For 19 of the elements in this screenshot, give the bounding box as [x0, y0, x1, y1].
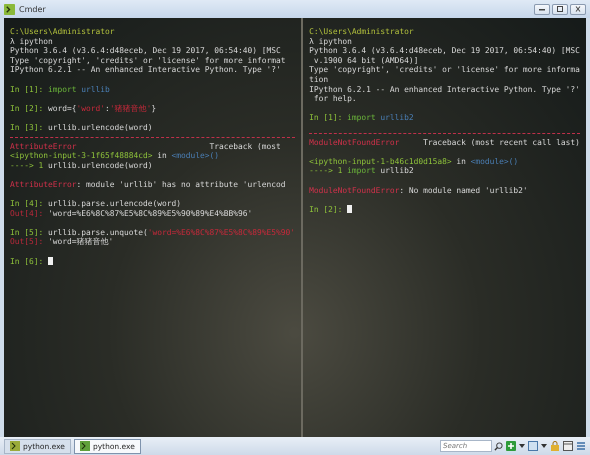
maximize-button[interactable]: [552, 4, 568, 14]
text-cursor: [347, 204, 352, 213]
close-icon: [573, 6, 583, 12]
minimize-button[interactable]: [534, 4, 550, 14]
minimize-icon: [537, 6, 547, 12]
menu-icon[interactable]: [576, 441, 586, 451]
maximize-icon: [555, 6, 565, 12]
layout-icon[interactable]: [563, 441, 573, 451]
prompt-icon: [10, 441, 20, 451]
caret-icon[interactable]: [519, 444, 525, 448]
app-icon: [4, 4, 15, 14]
lock-icon[interactable]: [550, 441, 560, 451]
caret-icon[interactable]: [541, 444, 547, 448]
search-icon: [494, 442, 503, 450]
plus-icon[interactable]: [506, 441, 516, 451]
text-cursor: [48, 256, 54, 265]
window-title: Cmder: [19, 4, 46, 14]
close-button[interactable]: [570, 4, 586, 14]
prompt-icon: [80, 441, 90, 451]
